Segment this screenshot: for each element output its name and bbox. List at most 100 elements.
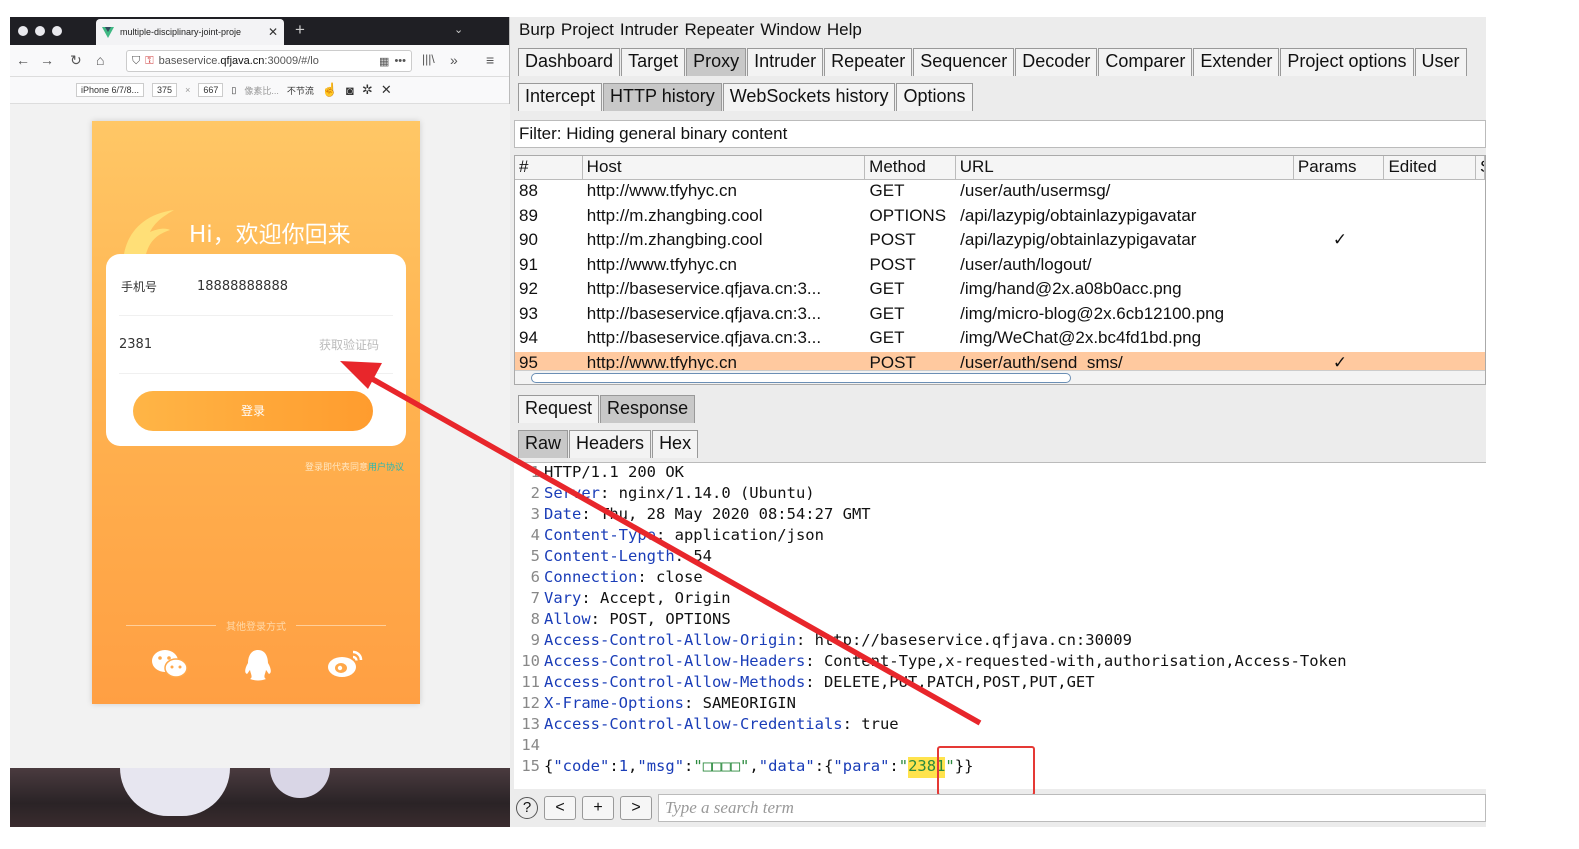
tab-user-options[interactable]: User	[1414, 48, 1467, 76]
row-edited	[1385, 327, 1477, 352]
close-window-button[interactable]	[18, 26, 28, 36]
table-row[interactable]: 91 http://www.tfyhyc.cn POST/user/auth/log…	[515, 254, 1485, 279]
table-row[interactable]: 90 http://m.zhangbing.cool POST/api/lazypi…	[515, 229, 1485, 254]
column-number[interactable]: #	[515, 156, 583, 179]
help-icon[interactable]: ?	[516, 797, 538, 819]
horizontal-scrollbar[interactable]	[515, 370, 1485, 384]
shield-icon: ⛉	[132, 54, 141, 67]
browser-tab-title: multiple-disciplinary-joint-proje	[120, 27, 242, 37]
user-agreement-link[interactable]: 用户协议	[368, 463, 404, 473]
search-input[interactable]: Type a search term	[658, 794, 1486, 822]
qr-code-icon[interactable]: ▦	[379, 55, 389, 68]
table-body: 88 http://www.tfyhyc.cn GET/user/auth/user…	[515, 180, 1485, 376]
login-button[interactable]: 登录	[133, 391, 373, 431]
tab-decoder[interactable]: Decoder	[1015, 48, 1098, 76]
qq-icon[interactable]	[243, 648, 273, 682]
tab-websockets-history[interactable]: WebSockets history	[722, 83, 896, 111]
get-code-button[interactable]: 获取验证码	[319, 336, 379, 353]
forward-icon[interactable]: →	[40, 52, 54, 68]
menu-project[interactable]: Project	[561, 20, 614, 42]
menu-intruder[interactable]: Intruder	[620, 20, 679, 42]
row-url: /user/auth/usermsg/	[960, 181, 1111, 200]
tab-request[interactable]: Request	[518, 395, 600, 423]
column-method[interactable]: Method	[865, 156, 956, 179]
filter-bar[interactable]: Filter: Hiding general binary content	[514, 120, 1486, 148]
tab-headers[interactable]: Headers	[569, 430, 652, 458]
other-login-divider: 其他登录方式	[126, 618, 386, 633]
menu-window[interactable]: Window	[760, 20, 820, 42]
row-host: http://www.tfyhyc.cn	[586, 181, 737, 200]
touch-simulation-icon[interactable]: ☝	[322, 82, 338, 98]
tab-intruder[interactable]: Intruder	[747, 48, 824, 76]
reload-icon[interactable]: ↻	[70, 52, 82, 69]
window-controls[interactable]	[18, 26, 62, 36]
column-params[interactable]: Params	[1294, 156, 1385, 179]
scrollbar-thumb[interactable]	[531, 373, 1071, 383]
tab-extender[interactable]: Extender	[1193, 48, 1280, 76]
new-tab-icon[interactable]: +	[295, 20, 305, 40]
menu-repeater[interactable]: Repeater	[684, 20, 754, 42]
previous-button[interactable]: <	[544, 796, 576, 820]
tab-http-history[interactable]: HTTP history	[603, 83, 722, 111]
viewport-width-input[interactable]: 375	[152, 83, 178, 97]
next-button[interactable]: >	[620, 796, 652, 820]
row-number: 89	[519, 205, 538, 225]
viewport-height-input[interactable]: 667	[198, 83, 224, 97]
burp-menubar: Burp Project Intruder Repeater Window He…	[511, 17, 1486, 45]
tab-list-chevron-icon[interactable]: ⌄	[454, 23, 463, 36]
tab-project-options[interactable]: Project options	[1280, 48, 1414, 76]
column-edited[interactable]: Edited	[1384, 156, 1476, 179]
screenshot-icon[interactable]: ◙	[346, 83, 354, 98]
tab-hex[interactable]: Hex	[652, 430, 699, 458]
table-row[interactable]: 92 http://baseservice.qfjava.cn:3... GET/i…	[515, 278, 1485, 303]
table-row[interactable]: 88 http://www.tfyhyc.cn GET/user/auth/user…	[515, 180, 1485, 205]
maximize-window-button[interactable]	[52, 26, 62, 36]
tab-dashboard[interactable]: Dashboard	[518, 48, 621, 76]
dpr-select[interactable]: 像素比...	[244, 84, 279, 97]
tab-repeater[interactable]: Repeater	[824, 48, 913, 76]
weibo-icon[interactable]	[327, 648, 365, 680]
tab-response[interactable]: Response	[600, 395, 696, 423]
login-card: 手机号 18888888888 2381 获取验证码 登录	[106, 254, 406, 446]
tab-target[interactable]: Target	[621, 48, 686, 76]
tab-proxy[interactable]: Proxy	[686, 48, 747, 76]
tab-proxy-options[interactable]: Options	[896, 83, 973, 111]
tab-comparer[interactable]: Comparer	[1098, 48, 1193, 76]
library-icon[interactable]: |||\	[422, 52, 435, 66]
browser-tab[interactable]: multiple-disciplinary-joint-proje ✕	[96, 19, 284, 45]
menu-help[interactable]: Help	[827, 20, 862, 42]
home-icon[interactable]: ⌂	[96, 52, 104, 68]
table-row[interactable]: 93 http://baseservice.qfjava.cn:3... GET/i…	[515, 303, 1485, 328]
table-header: # Host Method URL Params Edited S	[515, 156, 1485, 180]
verification-code-input[interactable]: 2381	[119, 337, 152, 352]
close-rdm-icon[interactable]: ✕	[381, 82, 392, 98]
page-actions-icon[interactable]: •••	[394, 55, 406, 67]
device-select[interactable]: iPhone 6/7/8...	[76, 83, 145, 97]
add-button[interactable]: +	[582, 796, 614, 820]
wechat-icon[interactable]	[150, 648, 190, 680]
table-row[interactable]: 89 http://m.zhangbing.cool OPTIONS/api/laz…	[515, 205, 1485, 230]
row-params	[1295, 278, 1386, 303]
phone-number-input[interactable]: 18888888888	[197, 279, 288, 294]
close-tab-icon[interactable]: ✕	[268, 25, 278, 39]
menu-icon[interactable]: ≡	[486, 52, 494, 68]
throttle-select[interactable]: 不节流	[287, 84, 314, 97]
tab-sequencer[interactable]: Sequencer	[913, 48, 1015, 76]
response-viewer[interactable]: 1 HTTP/1.1 200 OK 2 Server: nginx/1.14.0 (U…	[514, 462, 1486, 796]
minimize-window-button[interactable]	[35, 26, 45, 36]
overflow-icon[interactable]: »	[450, 52, 458, 68]
tab-intercept[interactable]: Intercept	[518, 83, 603, 111]
tab-raw[interactable]: Raw	[518, 430, 569, 458]
url-text[interactable]: baseservice.qfjava.cn:30009/#/lo	[159, 55, 374, 67]
column-url[interactable]: URL	[956, 156, 1294, 179]
menu-burp[interactable]: Burp	[519, 20, 555, 42]
row-status	[1477, 254, 1485, 279]
view-tabs: Raw Headers Hex	[518, 430, 699, 458]
settings-gear-icon[interactable]: ✲	[362, 82, 373, 98]
back-icon[interactable]: ←	[16, 52, 30, 68]
column-status[interactable]: S	[1476, 156, 1485, 179]
column-host[interactable]: Host	[583, 156, 866, 179]
url-bar[interactable]: ⛉ ⚿ baseservice.qfjava.cn:30009/#/lo ▦ •…	[126, 50, 412, 72]
rotate-icon[interactable]: ▯	[231, 85, 236, 96]
table-row[interactable]: 94 http://baseservice.qfjava.cn:3... GET/i…	[515, 327, 1485, 352]
